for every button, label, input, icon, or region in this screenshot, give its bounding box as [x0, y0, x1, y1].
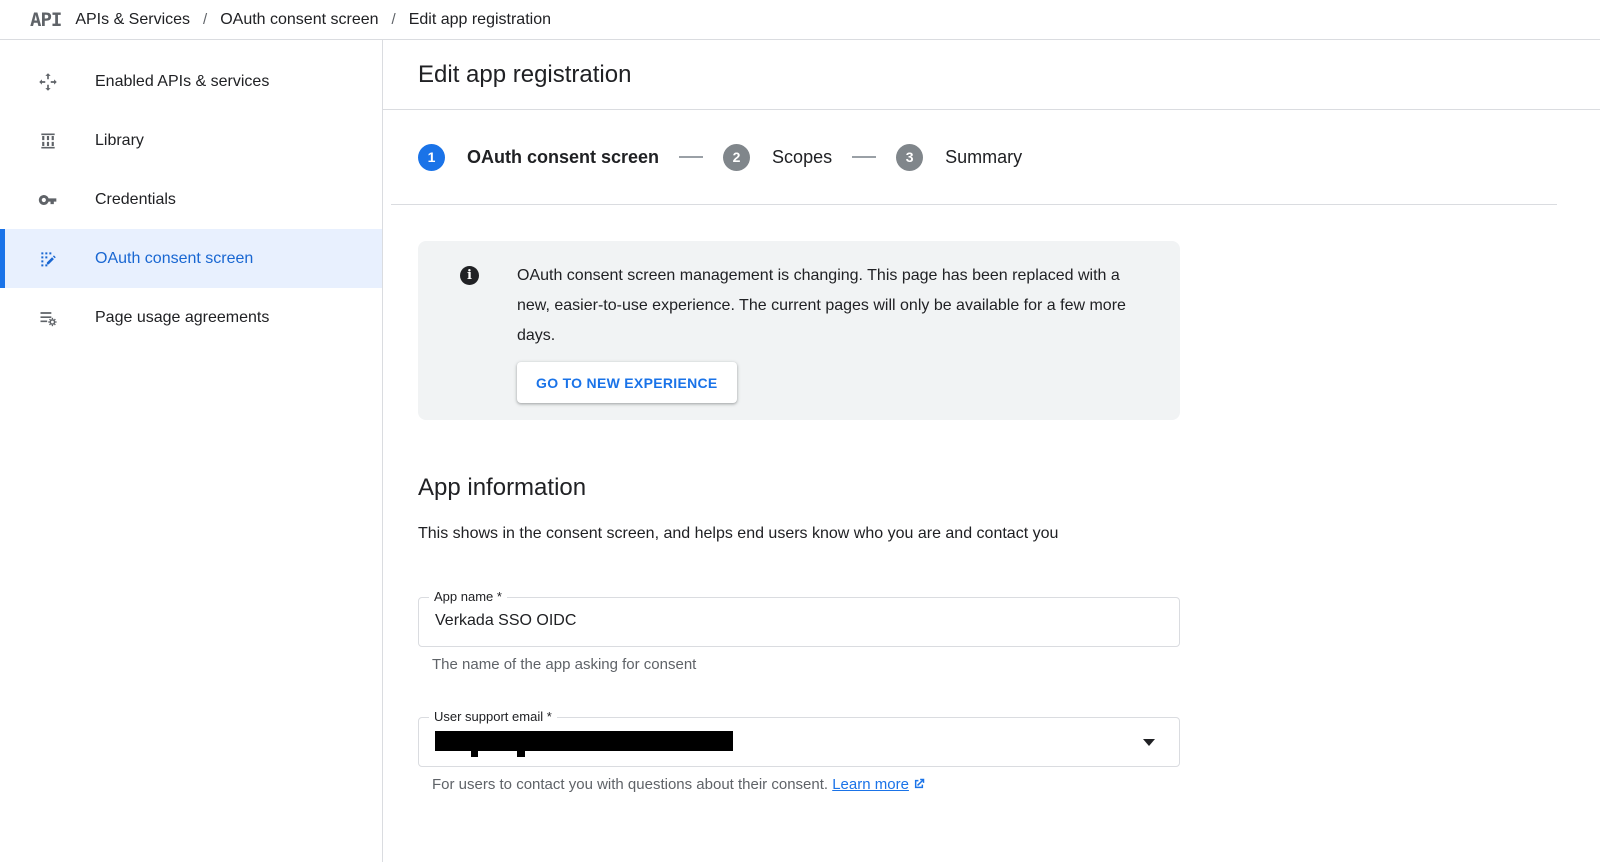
step-3-badge: 3: [896, 144, 923, 171]
user-support-email-helper: For users to contact you with questions …: [432, 776, 1600, 795]
step-connector: [679, 156, 703, 158]
stepper: 1 OAuth consent screen 2 Scopes 3 Summar…: [418, 144, 1022, 171]
info-banner: i OAuth consent screen management is cha…: [418, 241, 1180, 420]
helper-text: For users to contact you with questions …: [432, 776, 832, 793]
breadcrumb-apis-services[interactable]: APIs & Services: [75, 11, 190, 29]
app-name-field: App name *: [418, 597, 1180, 647]
api-logo[interactable]: API: [30, 9, 61, 31]
app-name-helper: The name of the app asking for consent: [432, 656, 1600, 673]
breadcrumb-separator: /: [203, 11, 207, 28]
redacted-email-value: [435, 731, 733, 751]
sidebar-item-page-usage-agreements[interactable]: Page usage agreements: [0, 288, 382, 347]
sidebar-item-label: Library: [95, 132, 144, 150]
app-name-input[interactable]: [419, 598, 1119, 630]
step-1-label: OAuth consent screen: [467, 147, 659, 168]
sidebar-item-label: Credentials: [95, 191, 176, 209]
sidebar-item-label: Enabled APIs & services: [95, 73, 269, 91]
enabled-apis-icon: [38, 72, 58, 92]
main-content: Edit app registration 1 OAuth consent sc…: [383, 40, 1600, 862]
step-2-badge: 2: [723, 144, 750, 171]
sidebar-item-oauth-consent-screen[interactable]: OAuth consent screen: [0, 229, 382, 288]
breadcrumb-separator: /: [392, 11, 396, 28]
step-connector: [852, 156, 876, 158]
app-information-description: This shows in the consent screen, and he…: [418, 519, 1163, 549]
user-support-email-field[interactable]: User support email *: [418, 717, 1180, 767]
sidebar: Enabled APIs & services Library Credenti…: [0, 40, 383, 862]
app-information-heading: App information: [418, 474, 1600, 502]
top-bar: API APIs & Services / OAuth consent scre…: [0, 0, 1600, 40]
form-content: i OAuth consent screen management is cha…: [383, 205, 1600, 795]
agreements-gear-icon: [38, 308, 58, 328]
step-oauth-consent-screen[interactable]: 1 OAuth consent screen: [418, 144, 659, 171]
key-icon: [38, 190, 58, 210]
step-scopes[interactable]: 2 Scopes: [723, 144, 832, 171]
library-icon: [38, 131, 58, 151]
user-support-email-label: User support email *: [429, 709, 557, 724]
learn-more-link[interactable]: Learn more: [832, 776, 909, 793]
breadcrumb: APIs & Services / OAuth consent screen /…: [75, 11, 551, 29]
page-title: Edit app registration: [418, 61, 631, 89]
sidebar-item-label: OAuth consent screen: [95, 250, 253, 268]
sidebar-item-enabled-apis-services[interactable]: Enabled APIs & services: [0, 52, 382, 111]
redaction-artifact: [517, 751, 525, 757]
page-header: Edit app registration: [383, 40, 1600, 110]
sidebar-item-library[interactable]: Library: [0, 111, 382, 170]
external-link-icon: [912, 777, 926, 795]
dropdown-arrow-icon[interactable]: [1143, 739, 1155, 746]
breadcrumb-edit-app-registration: Edit app registration: [409, 11, 551, 29]
step-2-label: Scopes: [772, 147, 832, 168]
go-to-new-experience-button[interactable]: GO TO NEW EXPERIENCE: [517, 362, 737, 403]
redaction-artifact: [471, 751, 478, 757]
breadcrumb-oauth-consent-screen[interactable]: OAuth consent screen: [220, 11, 378, 29]
sidebar-item-label: Page usage agreements: [95, 309, 269, 327]
oauth-consent-icon: [38, 249, 58, 269]
info-icon: i: [460, 266, 479, 285]
stepper-row: 1 OAuth consent screen 2 Scopes 3 Summar…: [383, 110, 1600, 204]
step-3-label: Summary: [945, 147, 1022, 168]
banner-message: OAuth consent screen management is chang…: [517, 261, 1152, 351]
sidebar-item-credentials[interactable]: Credentials: [0, 170, 382, 229]
step-1-badge: 1: [418, 144, 445, 171]
step-summary[interactable]: 3 Summary: [896, 144, 1022, 171]
app-name-label: App name *: [429, 589, 507, 604]
